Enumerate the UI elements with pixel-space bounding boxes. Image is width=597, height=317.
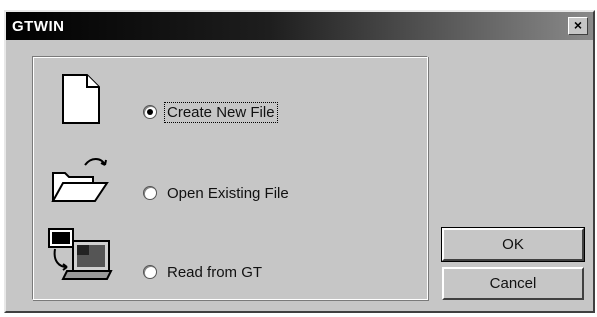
option-read-from-gt[interactable]: Read from GT [143, 261, 264, 283]
gtwin-dialog: GTWIN × Create New File Open Existing Fi… [4, 10, 595, 313]
read-from-gt-radio[interactable] [143, 265, 157, 279]
new-file-icon [62, 74, 100, 124]
open-existing-file-label[interactable]: Open Existing File [165, 184, 291, 203]
read-from-gt-icon [48, 228, 113, 280]
close-icon: × [573, 17, 583, 33]
ok-button-label: OK [502, 236, 524, 253]
title-bar[interactable]: GTWIN × [6, 12, 593, 40]
open-folder-icon [51, 158, 109, 202]
read-from-gt-label[interactable]: Read from GT [165, 263, 264, 282]
option-open-existing-file[interactable]: Open Existing File [143, 182, 291, 204]
ok-button[interactable]: OK [441, 227, 585, 262]
open-existing-file-radio[interactable] [143, 186, 157, 200]
create-new-file-radio[interactable] [143, 105, 157, 119]
cancel-button-label: Cancel [489, 275, 537, 292]
file-options-group: Create New File Open Existing File Read … [32, 56, 428, 300]
window-title: GTWIN [12, 18, 65, 35]
option-create-new-file[interactable]: Create New File [143, 101, 278, 123]
close-button[interactable]: × [568, 17, 588, 35]
create-new-file-label[interactable]: Create New File [164, 101, 278, 123]
cancel-button[interactable]: Cancel [442, 267, 584, 300]
